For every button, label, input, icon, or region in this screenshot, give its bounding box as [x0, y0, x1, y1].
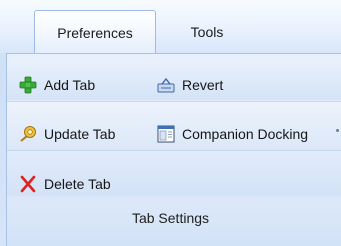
tab-preferences[interactable]: Preferences	[34, 10, 156, 54]
overflow-indicator	[336, 129, 339, 132]
tab-tools[interactable]: Tools	[172, 10, 242, 54]
add-tab-label: Add Tab	[44, 77, 96, 93]
revert-button[interactable]: Revert	[156, 71, 223, 99]
delete-tab-label: Delete Tab	[44, 176, 111, 192]
update-tab-label: Update Tab	[44, 126, 116, 142]
update-icon	[18, 124, 38, 144]
add-tab-button[interactable]: Add Tab	[18, 71, 95, 99]
companion-docking-button[interactable]: Companion Docking	[156, 120, 308, 148]
plus-icon	[18, 75, 38, 95]
revert-label: Revert	[182, 77, 224, 93]
row-divider	[7, 101, 341, 102]
ribbon-tab-strip: Preferences Tools	[0, 0, 341, 54]
ribbon-group-label: Tab Settings	[131, 210, 210, 226]
delete-tab-button[interactable]: Delete Tab	[18, 170, 111, 198]
tab-preferences-label: Preferences	[57, 24, 133, 41]
tab-tools-label: Tools	[190, 24, 224, 40]
docking-icon	[156, 124, 176, 144]
update-tab-button[interactable]: Update Tab	[18, 120, 115, 148]
delete-icon	[18, 174, 38, 194]
revert-icon	[156, 75, 176, 95]
application-window: Preferences Tools Add Tab Revert Update …	[0, 0, 341, 246]
companion-docking-label: Companion Docking	[182, 126, 309, 142]
row-divider	[7, 150, 341, 151]
